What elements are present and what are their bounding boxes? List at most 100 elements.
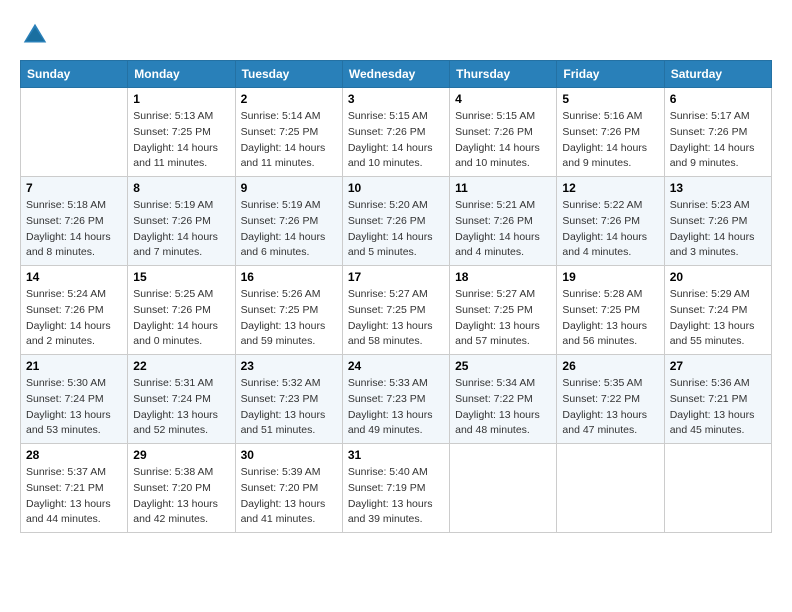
day-info: Sunrise: 5:28 AM Sunset: 7:25 PM Dayligh… xyxy=(562,287,658,350)
calendar-table: SundayMondayTuesdayWednesdayThursdayFrid… xyxy=(20,60,772,533)
day-number: 25 xyxy=(455,359,551,373)
day-number: 6 xyxy=(670,92,766,106)
day-info: Sunrise: 5:21 AM Sunset: 7:26 PM Dayligh… xyxy=(455,198,551,261)
day-info: Sunrise: 5:35 AM Sunset: 7:22 PM Dayligh… xyxy=(562,376,658,439)
day-info: Sunrise: 5:29 AM Sunset: 7:24 PM Dayligh… xyxy=(670,287,766,350)
calendar-cell: 1Sunrise: 5:13 AM Sunset: 7:25 PM Daylig… xyxy=(128,88,235,177)
calendar-cell: 26 Sunrise: 5:35 AM Sunset: 7:22 PM Dayli… xyxy=(557,355,664,444)
calendar-week-row: 7 Sunrise: 5:18 AM Sunset: 7:26 PM Daylig… xyxy=(21,177,772,266)
calendar-cell: 12 Sunrise: 5:22 AM Sunset: 7:26 PM Dayli… xyxy=(557,177,664,266)
day-info: Sunrise: 5:38 AM Sunset: 7:20 PM Dayligh… xyxy=(133,465,229,528)
calendar-cell: 3 Sunrise: 5:15 AM Sunset: 7:26 PM Daylig… xyxy=(342,88,449,177)
calendar-cell: 13 Sunrise: 5:23 AM Sunset: 7:26 PM Dayli… xyxy=(664,177,771,266)
weekday-header-saturday: Saturday xyxy=(664,61,771,88)
day-info: Sunrise: 5:19 AM Sunset: 7:26 PM Dayligh… xyxy=(133,198,229,261)
calendar-cell xyxy=(450,444,557,533)
day-info: Sunrise: 5:17 AM Sunset: 7:26 PM Dayligh… xyxy=(670,109,766,172)
day-number: 5 xyxy=(562,92,658,106)
calendar-cell: 19 Sunrise: 5:28 AM Sunset: 7:25 PM Dayli… xyxy=(557,266,664,355)
calendar-cell: 17Sunrise: 5:27 AM Sunset: 7:25 PM Dayli… xyxy=(342,266,449,355)
calendar-cell: 8 Sunrise: 5:19 AM Sunset: 7:26 PM Daylig… xyxy=(128,177,235,266)
calendar-cell: 29Sunrise: 5:38 AM Sunset: 7:20 PM Dayli… xyxy=(128,444,235,533)
calendar-week-row: 28Sunrise: 5:37 AM Sunset: 7:21 PM Dayli… xyxy=(21,444,772,533)
calendar-cell: 23 Sunrise: 5:32 AM Sunset: 7:23 PM Dayli… xyxy=(235,355,342,444)
weekday-header-sunday: Sunday xyxy=(21,61,128,88)
day-info: Sunrise: 5:15 AM Sunset: 7:26 PM Dayligh… xyxy=(455,109,551,172)
calendar-cell: 15 Sunrise: 5:25 AM Sunset: 7:26 PM Dayli… xyxy=(128,266,235,355)
day-number: 9 xyxy=(241,181,337,195)
weekday-header-wednesday: Wednesday xyxy=(342,61,449,88)
day-number: 11 xyxy=(455,181,551,195)
day-info: Sunrise: 5:32 AM Sunset: 7:23 PM Dayligh… xyxy=(241,376,337,439)
day-info: Sunrise: 5:26 AM Sunset: 7:25 PM Dayligh… xyxy=(241,287,337,350)
calendar-cell: 16Sunrise: 5:26 AM Sunset: 7:25 PM Dayli… xyxy=(235,266,342,355)
calendar-cell: 10Sunrise: 5:20 AM Sunset: 7:26 PM Dayli… xyxy=(342,177,449,266)
day-number: 3 xyxy=(348,92,444,106)
calendar-week-row: 14Sunrise: 5:24 AM Sunset: 7:26 PM Dayli… xyxy=(21,266,772,355)
calendar-cell: 4 Sunrise: 5:15 AM Sunset: 7:26 PM Daylig… xyxy=(450,88,557,177)
day-info: Sunrise: 5:27 AM Sunset: 7:25 PM Dayligh… xyxy=(348,287,444,350)
day-info: Sunrise: 5:23 AM Sunset: 7:26 PM Dayligh… xyxy=(670,198,766,261)
day-number: 2 xyxy=(241,92,337,106)
day-info: Sunrise: 5:16 AM Sunset: 7:26 PM Dayligh… xyxy=(562,109,658,172)
day-info: Sunrise: 5:14 AM Sunset: 7:25 PM Dayligh… xyxy=(241,109,337,172)
calendar-cell xyxy=(557,444,664,533)
calendar-cell: 28Sunrise: 5:37 AM Sunset: 7:21 PM Dayli… xyxy=(21,444,128,533)
day-number: 10 xyxy=(348,181,444,195)
day-number: 12 xyxy=(562,181,658,195)
calendar-cell: 20 Sunrise: 5:29 AM Sunset: 7:24 PM Dayli… xyxy=(664,266,771,355)
day-info: Sunrise: 5:36 AM Sunset: 7:21 PM Dayligh… xyxy=(670,376,766,439)
calendar-cell xyxy=(664,444,771,533)
page-header xyxy=(20,20,772,50)
day-number: 26 xyxy=(562,359,658,373)
day-number: 13 xyxy=(670,181,766,195)
day-number: 4 xyxy=(455,92,551,106)
day-number: 1 xyxy=(133,92,229,106)
day-info: Sunrise: 5:33 AM Sunset: 7:23 PM Dayligh… xyxy=(348,376,444,439)
day-info: Sunrise: 5:18 AM Sunset: 7:26 PM Dayligh… xyxy=(26,198,122,261)
day-number: 19 xyxy=(562,270,658,284)
calendar-week-row: 1Sunrise: 5:13 AM Sunset: 7:25 PM Daylig… xyxy=(21,88,772,177)
day-info: Sunrise: 5:15 AM Sunset: 7:26 PM Dayligh… xyxy=(348,109,444,172)
calendar-cell: 2 Sunrise: 5:14 AM Sunset: 7:25 PM Daylig… xyxy=(235,88,342,177)
day-number: 23 xyxy=(241,359,337,373)
day-number: 20 xyxy=(670,270,766,284)
weekday-header-row: SundayMondayTuesdayWednesdayThursdayFrid… xyxy=(21,61,772,88)
day-info: Sunrise: 5:30 AM Sunset: 7:24 PM Dayligh… xyxy=(26,376,122,439)
calendar-cell: 7 Sunrise: 5:18 AM Sunset: 7:26 PM Daylig… xyxy=(21,177,128,266)
day-number: 18 xyxy=(455,270,551,284)
calendar-cell xyxy=(21,88,128,177)
calendar-cell: 14Sunrise: 5:24 AM Sunset: 7:26 PM Dayli… xyxy=(21,266,128,355)
calendar-cell: 9 Sunrise: 5:19 AM Sunset: 7:26 PM Daylig… xyxy=(235,177,342,266)
day-number: 27 xyxy=(670,359,766,373)
calendar-cell: 24Sunrise: 5:33 AM Sunset: 7:23 PM Dayli… xyxy=(342,355,449,444)
day-number: 8 xyxy=(133,181,229,195)
calendar-cell: 31 Sunrise: 5:40 AM Sunset: 7:19 PM Dayli… xyxy=(342,444,449,533)
weekday-header-friday: Friday xyxy=(557,61,664,88)
day-info: Sunrise: 5:34 AM Sunset: 7:22 PM Dayligh… xyxy=(455,376,551,439)
day-number: 30 xyxy=(241,448,337,462)
calendar-cell: 21 Sunrise: 5:30 AM Sunset: 7:24 PM Dayli… xyxy=(21,355,128,444)
day-number: 14 xyxy=(26,270,122,284)
day-info: Sunrise: 5:22 AM Sunset: 7:26 PM Dayligh… xyxy=(562,198,658,261)
calendar-week-row: 21 Sunrise: 5:30 AM Sunset: 7:24 PM Dayli… xyxy=(21,355,772,444)
day-info: Sunrise: 5:31 AM Sunset: 7:24 PM Dayligh… xyxy=(133,376,229,439)
day-number: 21 xyxy=(26,359,122,373)
day-number: 15 xyxy=(133,270,229,284)
logo-icon xyxy=(20,20,50,50)
day-info: Sunrise: 5:40 AM Sunset: 7:19 PM Dayligh… xyxy=(348,465,444,528)
day-info: Sunrise: 5:37 AM Sunset: 7:21 PM Dayligh… xyxy=(26,465,122,528)
calendar-cell: 27 Sunrise: 5:36 AM Sunset: 7:21 PM Dayli… xyxy=(664,355,771,444)
day-info: Sunrise: 5:19 AM Sunset: 7:26 PM Dayligh… xyxy=(241,198,337,261)
calendar-cell: 25 Sunrise: 5:34 AM Sunset: 7:22 PM Dayli… xyxy=(450,355,557,444)
day-info: Sunrise: 5:39 AM Sunset: 7:20 PM Dayligh… xyxy=(241,465,337,528)
calendar-cell: 22Sunrise: 5:31 AM Sunset: 7:24 PM Dayli… xyxy=(128,355,235,444)
day-number: 7 xyxy=(26,181,122,195)
calendar-cell: 30 Sunrise: 5:39 AM Sunset: 7:20 PM Dayli… xyxy=(235,444,342,533)
weekday-header-monday: Monday xyxy=(128,61,235,88)
day-number: 31 xyxy=(348,448,444,462)
weekday-header-thursday: Thursday xyxy=(450,61,557,88)
day-info: Sunrise: 5:25 AM Sunset: 7:26 PM Dayligh… xyxy=(133,287,229,350)
logo xyxy=(20,20,54,50)
calendar-cell: 6 Sunrise: 5:17 AM Sunset: 7:26 PM Daylig… xyxy=(664,88,771,177)
